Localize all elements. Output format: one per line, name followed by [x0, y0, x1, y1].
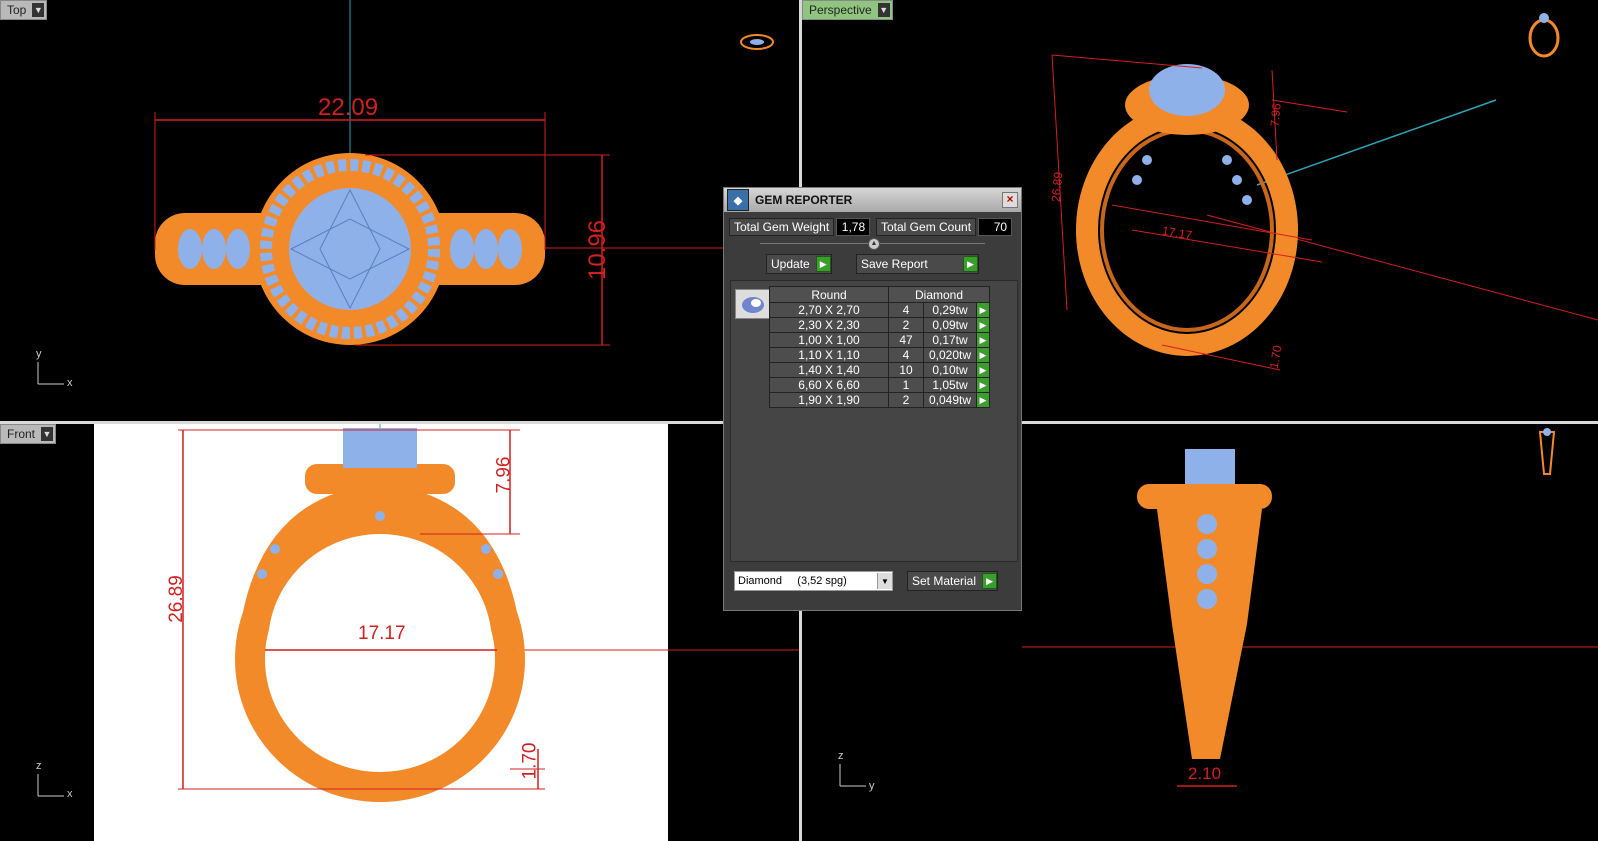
total-gem-weight-value: 1,78 — [836, 218, 871, 236]
play-icon[interactable]: ▶ — [976, 347, 990, 363]
axis-x-label: x — [67, 377, 73, 389]
dropdown-arrow-icon[interactable]: ▼ — [41, 427, 54, 441]
gem-size: 6,60 X 6,60 — [769, 377, 889, 393]
front-height-dimension: 26.89 — [165, 575, 187, 623]
gem-count: 10 — [888, 362, 924, 378]
gem-size: 1,40 X 1,40 — [769, 362, 889, 378]
gem-size: 2,30 X 2,30 — [769, 317, 889, 333]
top-view-drawing — [37, 0, 799, 385]
table-row[interactable]: 1,40 X 1,40 10 0,10tw ▶ — [769, 362, 990, 378]
table-row[interactable]: 1,00 X 1,00 47 0,17tw ▶ — [769, 332, 990, 348]
update-button[interactable]: Update ▶ — [766, 254, 832, 274]
total-gem-count-label: Total Gem Count — [876, 218, 977, 236]
play-icon[interactable]: ▶ — [976, 392, 990, 408]
axis-x-label: x — [67, 788, 73, 800]
column-round: Round — [769, 286, 889, 303]
gem-weight: 0,020tw — [923, 347, 977, 363]
ring-nav-icon[interactable] — [1535, 424, 1559, 479]
gem-table-header: Round Diamond — [769, 286, 990, 303]
play-icon[interactable]: ▶ — [976, 317, 990, 333]
gem-weight: 0,10tw — [923, 362, 977, 378]
top-width-dimension: 22.09 — [318, 94, 379, 121]
dropdown-arrow-icon[interactable]: ▼ — [32, 3, 45, 17]
play-icon[interactable]: ▶ — [815, 256, 831, 272]
gem-size: 2,70 X 2,70 — [769, 302, 889, 318]
table-row[interactable]: 1,10 X 1,10 4 0,020tw ▶ — [769, 347, 990, 363]
gem-count: 1 — [888, 377, 924, 393]
axis-y-label: y — [869, 780, 875, 792]
gem-weight: 0,29tw — [923, 302, 977, 318]
viewport-top[interactable]: Top ▼ 22.09 10.96 y x — [0, 0, 799, 421]
save-report-button[interactable]: Save Report ▶ — [856, 254, 979, 274]
axis-z-label: z — [838, 750, 844, 762]
table-row[interactable]: 2,70 X 2,70 4 0,29tw ▶ — [769, 302, 990, 318]
set-material-button-label: Set Material — [912, 574, 977, 588]
play-icon[interactable]: ▶ — [963, 256, 978, 272]
top-height-dimension: 10.96 — [584, 219, 612, 281]
front-band-dimension: 1.70 — [519, 742, 541, 780]
gem-list[interactable]: Round Diamond 2,70 X 2,70 4 0,29tw ▶ 2,3… — [730, 280, 1018, 562]
gem-size: 1,10 X 1,10 — [769, 347, 889, 363]
gem-count: 4 — [888, 302, 924, 318]
gem-count: 2 — [888, 317, 924, 333]
play-icon[interactable]: ▶ — [976, 377, 990, 393]
viewport-perspective-label[interactable]: Perspective ▼ — [802, 0, 893, 20]
axis-z-label: z — [36, 760, 42, 772]
column-diamond: Diamond — [888, 286, 990, 303]
ring-nav-icon[interactable] — [1524, 10, 1564, 60]
collapse-knob-icon[interactable]: ▲ — [868, 238, 880, 250]
right-shank-dimension: 2.10 — [1188, 764, 1222, 783]
table-row[interactable]: 1,90 X 1,90 2 0,049tw ▶ — [769, 392, 990, 408]
total-gem-count-value: 70 — [978, 218, 1013, 236]
viewport-top-title: Top — [7, 3, 27, 17]
viewport-top-label[interactable]: Top ▼ — [0, 0, 48, 20]
gem-weight: 0,17tw — [923, 332, 977, 348]
material-select[interactable]: Diamond (3,52 spg) ▼ — [734, 571, 893, 591]
play-icon[interactable]: ▶ — [976, 332, 990, 348]
ring-nav-icon[interactable] — [738, 30, 776, 54]
gem-size: 1,90 X 1,90 — [769, 392, 889, 408]
chevron-down-icon[interactable]: ▼ — [877, 573, 892, 589]
material-select-value: Diamond (3,52 spg) — [738, 575, 847, 587]
update-button-label: Update — [771, 257, 810, 271]
viewport-perspective-title: Perspective — [809, 3, 872, 17]
table-row[interactable]: 6,60 X 6,60 1 1,05tw ▶ — [769, 377, 990, 393]
table-row[interactable]: 2,30 X 2,30 2 0,09tw ▶ — [769, 317, 990, 333]
total-gem-count: Total Gem Count 70 — [876, 218, 1013, 236]
gem-count: 2 — [888, 392, 924, 408]
play-icon[interactable]: ▶ — [982, 573, 998, 589]
gem-weight: 1,05tw — [923, 377, 977, 393]
set-material-button[interactable]: Set Material ▶ — [907, 571, 999, 591]
viewport-front[interactable]: Front ▼ 26.89 7.96 17.17 1.70 z x — [0, 424, 799, 841]
gem-count: 4 — [888, 347, 924, 363]
gem-count: 47 — [888, 332, 924, 348]
axis-y-label: y — [36, 348, 42, 360]
gem-reporter-title: GEM REPORTER — [755, 193, 853, 207]
total-gem-weight: Total Gem Weight 1,78 — [729, 218, 871, 236]
total-gem-weight-label: Total Gem Weight — [729, 218, 835, 236]
gem-weight: 0,049tw — [923, 392, 977, 408]
front-head-dimension: 7.96 — [493, 456, 515, 494]
front-inner-dimension: 17.17 — [358, 623, 406, 644]
gem-reporter-logo-icon: ◆ — [727, 189, 749, 211]
close-icon[interactable]: × — [1002, 192, 1018, 208]
play-icon[interactable]: ▶ — [976, 362, 990, 378]
gem-reporter-titlebar[interactable]: ◆ GEM REPORTER × — [724, 188, 1021, 212]
dropdown-arrow-icon[interactable]: ▼ — [877, 3, 890, 17]
perspective-head-dimension: 7.96 — [1267, 102, 1284, 128]
viewport-front-title: Front — [7, 427, 36, 441]
gem-reporter-panel[interactable]: ◆ GEM REPORTER × Total Gem Weight 1,78 T… — [723, 187, 1022, 611]
play-icon[interactable]: ▶ — [976, 302, 990, 318]
save-report-button-label: Save Report — [861, 257, 928, 271]
round-gem-icon[interactable] — [735, 289, 771, 319]
gem-table: Round Diamond 2,70 X 2,70 4 0,29tw ▶ 2,3… — [769, 286, 990, 408]
gem-weight: 0,09tw — [923, 317, 977, 333]
viewport-front-label[interactable]: Front ▼ — [0, 424, 57, 444]
gem-size: 1,00 X 1,00 — [769, 332, 889, 348]
perspective-height-dimension: 26.89 — [1048, 171, 1066, 203]
